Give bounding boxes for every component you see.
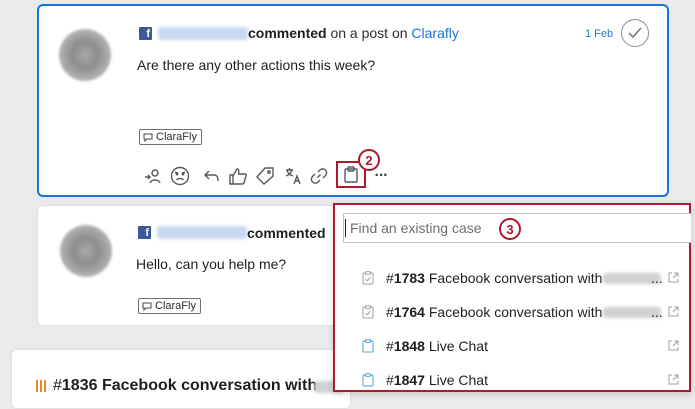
more-icon: ··· — [374, 167, 389, 184]
avatar — [59, 29, 111, 81]
step-callout-2: 2 — [358, 149, 380, 171]
facebook-icon: f — [138, 226, 151, 239]
facebook-icon: f — [139, 27, 152, 40]
case-card[interactable]: #1836 Facebook conversation with — [11, 349, 351, 409]
reply-icon — [204, 170, 219, 182]
reply-button[interactable] — [201, 165, 223, 187]
redacted-author-name[interactable] — [158, 27, 248, 40]
tag-icon — [256, 167, 274, 185]
source-tag[interactable]: ClaraFly — [138, 298, 201, 314]
text-cursor — [345, 219, 346, 237]
link-icon — [310, 168, 328, 184]
checkmark-icon — [628, 27, 642, 39]
external-link-icon[interactable] — [668, 272, 679, 283]
sentiment-icon — [170, 166, 190, 186]
page-link[interactable]: Clarafly — [411, 25, 458, 41]
external-link-icon[interactable] — [668, 340, 679, 351]
case-title: #1836 Facebook conversation with — [53, 377, 318, 394]
tag-label: ClaraFly — [156, 131, 197, 143]
tag-button[interactable] — [254, 165, 276, 187]
case-open-icon — [362, 339, 374, 353]
like-button[interactable] — [227, 165, 249, 187]
assign-button[interactable] — [142, 165, 164, 187]
case-open-icon — [362, 373, 374, 387]
tag-label: ClaraFly — [155, 300, 196, 312]
assign-icon — [145, 169, 161, 184]
translate-button[interactable] — [282, 165, 304, 187]
post-headline: commented on a post on Clarafly — [248, 25, 459, 41]
case-option[interactable]: #1848 Live Chat — [335, 333, 691, 361]
speech-bubble-icon — [143, 133, 153, 142]
social-post-card[interactable]: f commented on a post on Clarafly 1 Feb … — [37, 4, 669, 197]
resolve-check-button[interactable] — [621, 19, 649, 47]
external-link-icon[interactable] — [668, 306, 679, 317]
sentiment-button[interactable] — [169, 165, 191, 187]
external-link-icon[interactable] — [668, 374, 679, 385]
step-callout-3: 3 — [499, 218, 521, 240]
post-message: Are there any other actions this week? — [137, 57, 376, 73]
case-check-icon — [362, 271, 374, 285]
avatar — [60, 225, 112, 277]
redacted-author-name[interactable] — [157, 226, 247, 239]
like-icon — [229, 167, 247, 185]
case-option[interactable]: #1764 Facebook conversation with ... — [335, 299, 691, 327]
speech-bubble-icon — [142, 302, 152, 311]
post-headline: commented — [247, 225, 326, 241]
post-date: 1 Feb — [585, 28, 614, 40]
case-option[interactable]: #1847 Live Chat — [335, 367, 691, 395]
link-button[interactable] — [308, 165, 330, 187]
translate-icon — [285, 168, 301, 185]
case-check-icon — [362, 305, 374, 319]
priority-icon — [36, 380, 46, 392]
post-message: Hello, can you help me? — [136, 256, 287, 272]
source-tag[interactable]: ClaraFly — [139, 129, 202, 145]
clipboard-icon — [344, 166, 358, 183]
case-option[interactable]: #1783 Facebook conversation with ... — [335, 265, 691, 293]
